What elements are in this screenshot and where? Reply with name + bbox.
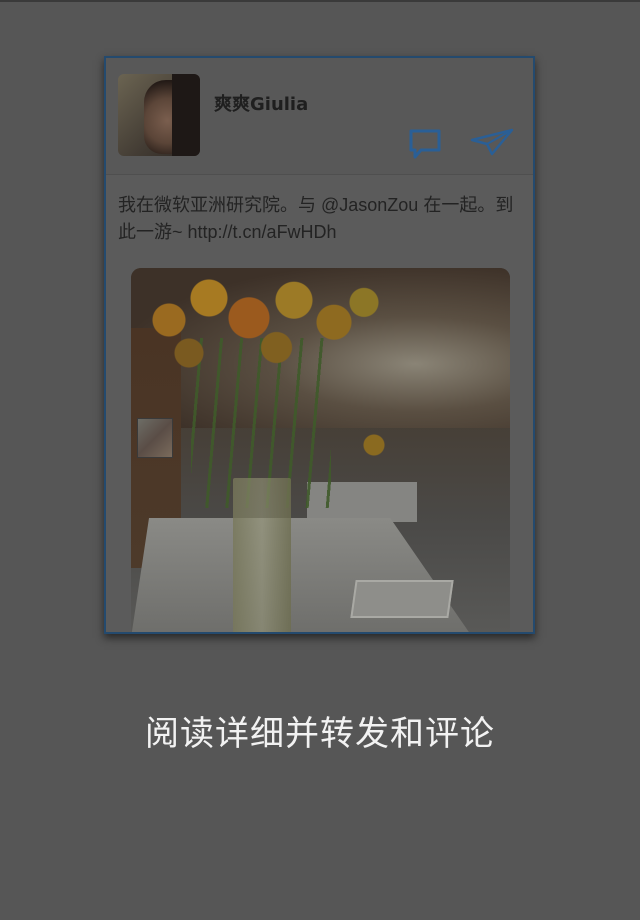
username[interactable]: 爽爽Giulia [214, 90, 308, 116]
photo-device [350, 580, 454, 618]
tutorial-caption: 阅读详细并转发和评论 [145, 714, 495, 754]
post-photo[interactable] [131, 268, 510, 632]
photo-vase [233, 478, 291, 632]
photo-poster [137, 418, 173, 458]
post-header: 爽爽Giulia [106, 58, 533, 175]
avatar-hair [172, 74, 200, 156]
post-text: 我在微软亚洲研究院。与 @JasonZou 在一起。到此一游~ http://t… [118, 195, 514, 242]
user-avatar[interactable] [118, 74, 200, 156]
comment-icon[interactable] [408, 128, 442, 160]
photo-flowers [139, 276, 389, 386]
send-icon[interactable] [470, 128, 514, 156]
weibo-post-card[interactable]: 爽爽Giulia 我在微软亚洲研究院。与 @JasonZou 在一起。到此一游~… [104, 56, 535, 634]
photo-back-flowers [356, 433, 392, 457]
top-border [0, 0, 640, 2]
